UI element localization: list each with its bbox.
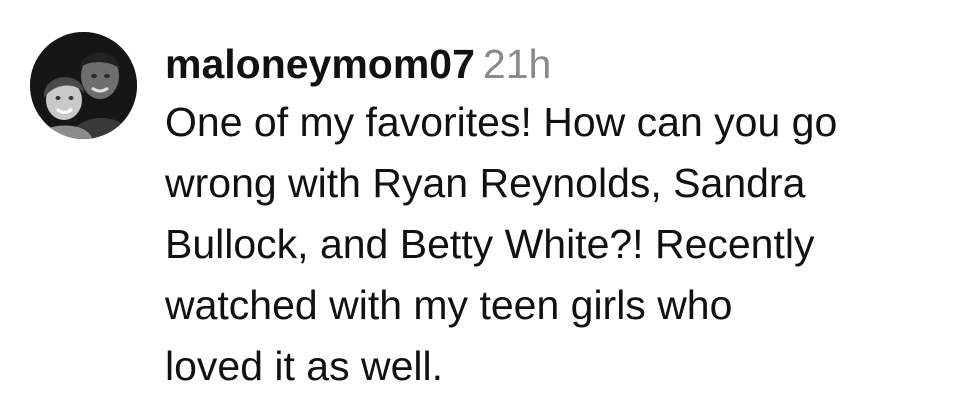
- comment-text-line: One of my favorites! How can you go: [165, 99, 838, 145]
- comment-text: One of my favorites! How can you go wron…: [165, 92, 965, 397]
- comment-content: maloneymom07 21h One of my favorites! How…: [165, 38, 965, 397]
- comment: maloneymom07 21h One of my favorites! How…: [0, 0, 980, 415]
- timestamp[interactable]: 21h: [483, 41, 551, 87]
- comment-text-line: wrong with Ryan Reynolds, Sandra: [165, 160, 806, 206]
- comment-header: maloneymom07 21h: [165, 38, 965, 90]
- profile-photo-icon: [30, 32, 137, 139]
- comment-text-line: Bullock, and Betty White?! Recently: [165, 221, 815, 267]
- avatar[interactable]: [30, 32, 137, 139]
- comment-text-line: loved it as well.: [165, 343, 444, 389]
- username-link[interactable]: maloneymom07: [165, 41, 475, 87]
- comment-text-line: watched with my teen girls who: [165, 282, 733, 328]
